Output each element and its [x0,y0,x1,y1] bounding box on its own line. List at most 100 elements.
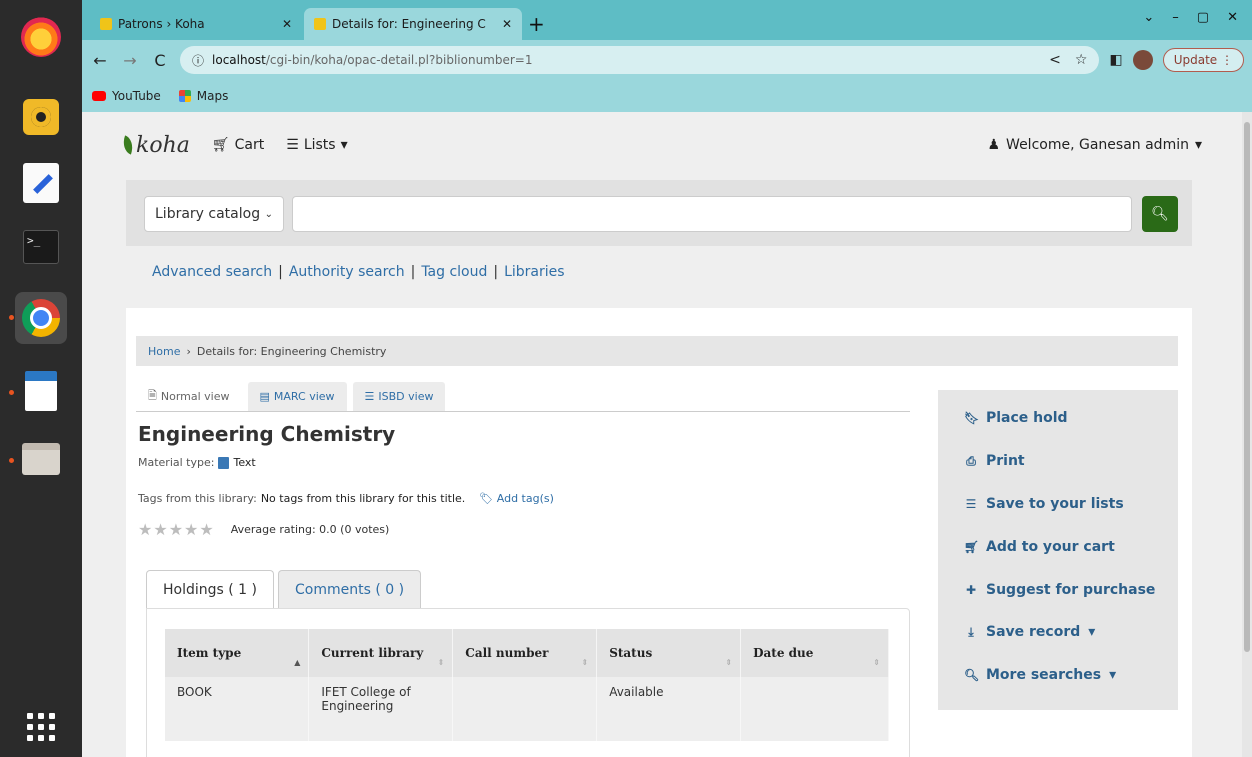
search-links: Advanced search | Authority search | Tag c… [152,264,565,280]
chevron-right-icon: › [186,344,191,358]
close-tab-icon[interactable]: ✕ [502,17,512,31]
maximize-icon[interactable]: ▢ [1197,10,1209,25]
back-icon[interactable]: ← [90,51,110,70]
chrome-icon[interactable] [15,292,67,344]
add-tags-link[interactable]: 🏷︎ Add tag(s) [479,492,554,505]
ubuntu-dock: >_ [0,0,82,757]
more-searches-dropdown[interactable]: 🔍︎ More searches ▾ [964,667,1116,683]
caret-down-icon: ▾ [1109,667,1117,683]
cell-call-number [452,677,598,741]
star-rating[interactable]: ★★★★★ [138,520,215,539]
tab-normal-view[interactable]: 🗎 Normal view [136,382,242,411]
tag-cloud-link[interactable]: Tag cloud [421,264,487,280]
url-path: /cgi-bin/koha/opac-detail.pl?biblionumbe… [265,53,533,67]
rhythmbox-icon[interactable] [18,94,64,140]
bookmark-youtube[interactable]: YouTube [92,89,161,103]
terminal-icon[interactable]: >_ [18,224,64,270]
writer-icon[interactable] [18,368,64,414]
minimize-icon[interactable]: – [1172,10,1179,25]
advanced-search-link[interactable]: Advanced search [152,264,272,280]
share-icon[interactable]: < [1049,52,1061,68]
close-window-icon[interactable]: ✕ [1227,10,1238,25]
search-bar: Library catalog ⌄ 🔍︎ [126,180,1192,246]
running-indicator [9,390,14,395]
sort-icon: ⇕ [581,657,589,667]
save-record-dropdown[interactable]: ⤓ Save record ▾ [964,624,1095,640]
breadcrumb-current: Details for: Engineering Chemistry [196,344,387,358]
running-indicator [9,315,14,320]
sort-icon: ⇕ [437,657,445,667]
col-current-library[interactable]: Current library ⇕ [308,629,454,677]
col-item-type[interactable]: Item type ▲ [165,629,310,677]
tags-line: Tags from this library: No tags from thi… [138,492,554,505]
forward-icon[interactable]: → [120,51,140,70]
catalog-select[interactable]: Library catalog ⌄ [144,196,284,232]
holdings-panel: Item type ▲ Current library ⇕ Call number ⇕… [146,608,910,757]
view-tabs: 🗎 Normal view ▤ MARC view ☰ ISBD view [136,382,910,412]
cell-status: Available [596,677,742,741]
scrollbar-thumb[interactable] [1244,122,1250,652]
libraries-link[interactable]: Libraries [504,264,564,280]
print-icon: ⎙ [966,453,976,468]
lists-dropdown[interactable]: ☰ Lists ▾ [286,137,347,153]
search-button[interactable]: 🔍︎ [1142,196,1178,232]
cell-date-due [740,677,889,741]
youtube-icon [92,91,106,101]
opac-header: koha 🛒︎ Cart ☰ Lists ▾ ♟ Welcome, Ganesan ad… [119,130,1202,160]
download-icon: ⤓ [968,624,974,639]
reload-icon[interactable]: C [150,51,170,70]
close-tab-icon[interactable]: ✕ [282,17,292,31]
browser-window: Patrons › Koha ✕ Details for: Engineerin… [82,0,1252,757]
col-date-due[interactable]: Date due ⇕ [740,629,889,677]
page-scrollbar[interactable] [1242,112,1252,757]
suggest-purchase-link[interactable]: ✚ Suggest for purchase [964,582,1155,598]
print-link[interactable]: ⎙ Print [964,453,1024,469]
tab-isbd-view[interactable]: ☰ ISBD view [352,382,446,411]
authority-search-link[interactable]: Authority search [289,264,405,280]
files-icon[interactable] [18,436,64,482]
tab-patrons[interactable]: Patrons › Koha ✕ [90,8,302,40]
add-to-cart-link[interactable]: 🛒︎ Add to your cart [964,539,1115,555]
site-info-icon[interactable]: ⓘ [192,52,204,69]
table-row: BOOK IFET College of Engineering Availab… [165,677,889,741]
tab-comments[interactable]: Comments ( 0 ) [278,570,422,608]
new-tab-icon[interactable]: + [528,12,545,36]
list-icon: ☰ [965,497,977,511]
koha-logo[interactable]: koha [119,133,190,158]
record-title: Engineering Chemistry [138,422,396,446]
sort-asc-icon: ▲ [294,657,301,667]
show-apps-icon[interactable] [18,704,64,750]
bookmarks-bar: YouTube Maps [82,80,1252,112]
book-icon [218,456,230,469]
caret-down-icon: ▾ [1088,624,1096,640]
bookmark-maps[interactable]: Maps [178,89,228,103]
search-icon: 🔍︎ [1151,206,1169,222]
sidepanel-icon[interactable]: ◧ [1109,52,1122,68]
text-editor-icon[interactable] [18,160,64,206]
save-to-lists-link[interactable]: ☰ Save to your lists [964,496,1124,512]
tab-marc-view[interactable]: ▤ MARC view [247,382,347,411]
bookmark-star-icon[interactable]: ☆ [1075,52,1088,68]
list-icon: ☰ [364,390,375,403]
caret-down-icon: ▾ [340,137,348,153]
update-button[interactable]: Update ⋮ [1162,48,1244,72]
tab-details[interactable]: Details for: Engineering C ✕ [304,8,522,40]
user-icon: ♟ [987,137,1001,153]
sort-icon: ⇕ [725,657,733,667]
col-status[interactable]: Status ⇕ [596,629,742,677]
cart-link[interactable]: 🛒︎ Cart [212,137,264,153]
tab-holdings[interactable]: Holdings ( 1 ) [146,570,274,608]
place-hold-link[interactable]: 🔖︎ Place hold [964,410,1068,426]
holdings-table: Item type ▲ Current library ⇕ Call number ⇕… [165,629,889,741]
profile-avatar[interactable] [1132,50,1153,70]
address-bar[interactable]: ⓘ localhost/cgi-bin/koha/opac-detail.pl?… [180,46,1100,74]
search-input[interactable] [292,196,1132,232]
col-call-number[interactable]: Call number ⇕ [452,629,598,677]
breadcrumb-home[interactable]: Home [148,345,180,358]
user-menu[interactable]: ♟ Welcome, Ganesan admin ▾ [987,137,1202,153]
marc-icon: ▤ [259,390,270,403]
firefox-icon[interactable] [18,14,64,60]
tab-search-icon[interactable]: ⌄ [1143,10,1154,25]
table-header-row: Item type ▲ Current library ⇕ Call number ⇕… [165,629,889,677]
browser-toolbar: ← → C ⓘ localhost/cgi-bin/koha/opac-deta… [82,40,1252,80]
